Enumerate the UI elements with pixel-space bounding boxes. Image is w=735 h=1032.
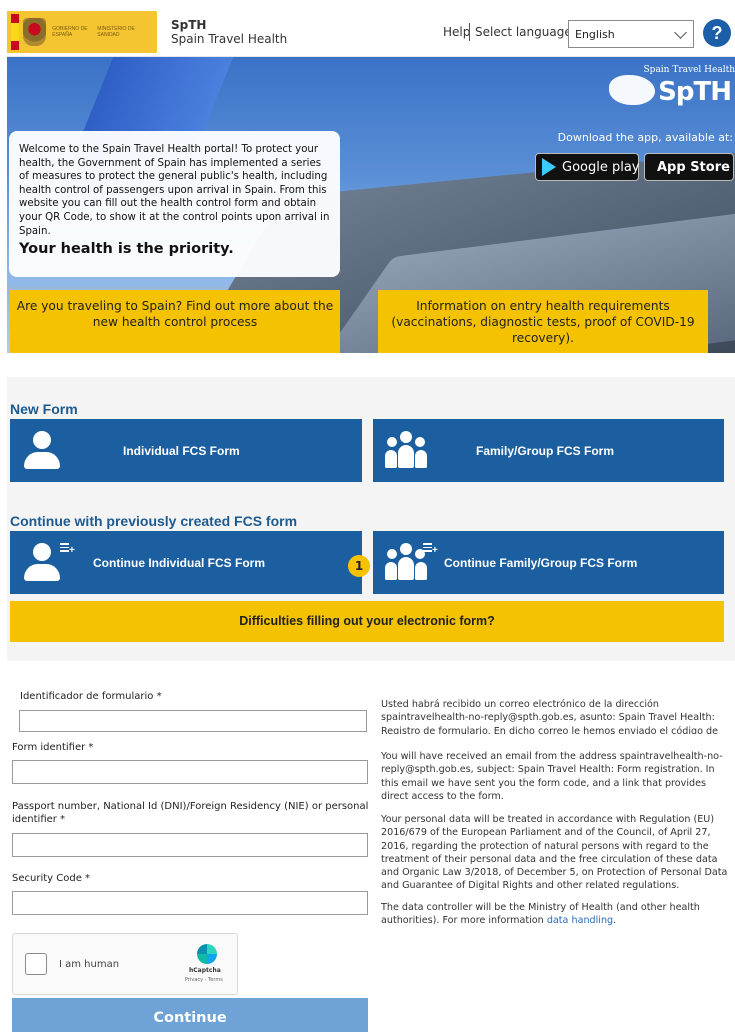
person-add-icon: +	[20, 541, 75, 585]
passport-label: Passport number, National Id (DNI)/Forei…	[12, 801, 369, 825]
forms-section: New Form Individual FCS Form Family/Grou…	[7, 377, 735, 661]
welcome-text: Welcome to the Spain Travel Health porta…	[19, 144, 330, 237]
login-section: Identificador de formulario * Form ident…	[0, 661, 735, 1032]
welcome-tagline: Your health is the priority.	[19, 241, 234, 258]
info-email-text: You will have received an email from the…	[381, 751, 723, 802]
info-controller-body: The data controller will be the Ministry…	[381, 902, 700, 927]
header: GOBIERNO DE ESPAÑA MINISTERIO DE SANIDAD…	[7, 7, 735, 57]
brand-short: SpTH	[171, 17, 207, 32]
continue-family-group-label: Continue Family/Group FCS Form	[444, 555, 638, 570]
divider	[469, 23, 470, 41]
info-text-es: Usted habrá recibido un correo electróni…	[381, 699, 719, 734]
continue-individual-label: Continue Individual FCS Form	[93, 555, 265, 570]
family-group-fcs-form-button[interactable]: Family/Group FCS Form	[373, 419, 724, 482]
logo-subtitle: Spain Travel Health	[643, 65, 735, 75]
select-language-label: Select language:	[475, 25, 576, 39]
page: GOBIERNO DE ESPAÑA MINISTERIO DE SANIDAD…	[0, 0, 735, 1032]
continue-individual-fcs-form-button[interactable]: + Continue Individual FCS Form	[10, 531, 362, 594]
download-app-text: Download the app, available at:	[557, 131, 733, 144]
google-play-icon	[542, 158, 556, 176]
form-id-input[interactable]	[12, 760, 368, 784]
form-id-label: Form identifier *	[12, 742, 94, 753]
brand[interactable]: SpTH Spain Travel Health	[171, 18, 287, 46]
step-badge: 1	[348, 555, 370, 577]
language-select[interactable]: English	[568, 20, 694, 48]
government-logo[interactable]: GOBIERNO DE ESPAÑA MINISTERIO DE SANIDAD	[7, 10, 157, 53]
group-add-icon: +	[383, 541, 438, 585]
logo-title: SpTH	[658, 77, 732, 107]
continue-button[interactable]: Continue	[12, 998, 368, 1032]
traveling-to-spain-button[interactable]: Are you traveling to Spain? Find out mor…	[10, 290, 340, 353]
hero-banner: Spain Travel Health SpTH Download the ap…	[7, 57, 735, 353]
google-play-button[interactable]: Google play	[535, 153, 640, 181]
spth-logo: Spain Travel Health SpTH	[605, 61, 735, 111]
spain-flag-icon	[11, 13, 19, 50]
family-group-fcs-form-label: Family/Group FCS Form	[476, 443, 615, 458]
spain-map-icon	[609, 75, 655, 105]
captcha-brand: hCaptcha	[189, 967, 221, 974]
google-play-label: Google play	[562, 159, 640, 175]
ministry-text: MINISTERIO DE SANIDAD	[97, 25, 135, 38]
security-code-input[interactable]	[12, 891, 368, 915]
gov-text: GOBIERNO DE ESPAÑA	[52, 25, 88, 38]
info-controller-text: The data controller will be the Ministry…	[381, 901, 733, 928]
entry-requirements-button[interactable]: Information on entry health requirements…	[378, 290, 708, 353]
difficulties-button[interactable]: Difficulties filling out your electronic…	[10, 601, 724, 642]
data-handling-link[interactable]: data handling	[547, 915, 613, 926]
hcaptcha-logo-icon	[197, 944, 217, 964]
new-form-title: New Form	[10, 401, 78, 417]
welcome-card: Welcome to the Spain Travel Health porta…	[9, 131, 340, 277]
info-controller-end: .	[613, 915, 617, 927]
group-icon	[383, 429, 429, 473]
help-icon[interactable]: ?	[703, 19, 731, 47]
language-value: English	[575, 28, 615, 41]
app-store-label: App Store	[657, 159, 730, 175]
captcha-terms-link[interactable]: Privacy - Terms	[185, 977, 223, 983]
captcha-widget: I am human hCaptcha Privacy - Terms	[12, 933, 238, 995]
brand-long: Spain Travel Health	[171, 31, 288, 46]
person-icon	[20, 429, 66, 473]
continue-family-group-fcs-form-button[interactable]: + Continue Family/Group FCS Form	[373, 531, 724, 594]
app-store-button[interactable]: App Store	[644, 153, 734, 181]
individual-fcs-form-button[interactable]: Individual FCS Form	[10, 419, 362, 482]
security-code-label: Security Code *	[12, 873, 91, 884]
captcha-label: I am human	[59, 959, 120, 970]
form-id-label-es: Identificador de formulario *	[20, 691, 162, 702]
coat-of-arms-icon	[22, 17, 47, 46]
continue-form-title: Continue with previously created FCS for…	[10, 513, 298, 529]
individual-fcs-form-label: Individual FCS Form	[123, 443, 240, 458]
passport-input[interactable]	[12, 833, 368, 857]
captcha-checkbox[interactable]	[25, 953, 47, 975]
info-privacy-text: Your personal data will be treated in ac…	[381, 814, 728, 892]
form-id-input-es[interactable]	[19, 710, 367, 732]
help-link[interactable]: Help	[443, 25, 470, 39]
chevron-down-icon	[674, 26, 687, 39]
